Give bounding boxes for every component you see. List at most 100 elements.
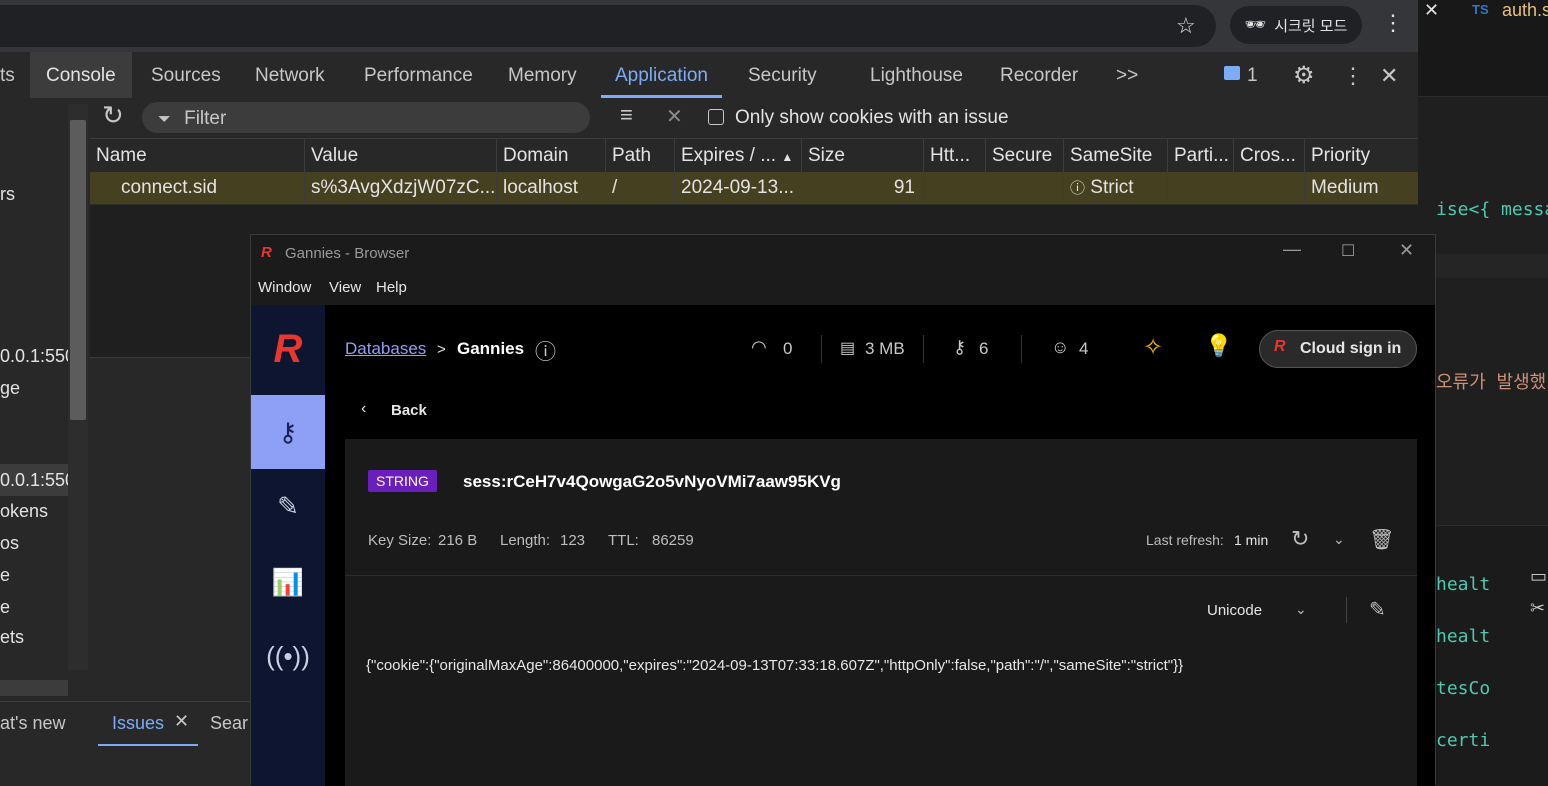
insights-lightbulb-icon[interactable]: 💡 [1205, 333, 1232, 359]
cell-domain[interactable]: localhost [497, 172, 606, 204]
only-issue-checkbox[interactable] [708, 109, 724, 125]
address-bar[interactable] [0, 5, 1216, 47]
cell-httponly[interactable] [924, 172, 986, 204]
filter-input[interactable]: ⏷ Filter [142, 102, 590, 133]
sidebar-item[interactable]: ge [0, 378, 20, 399]
tab-performance[interactable]: Performance [364, 52, 473, 98]
breadcrumb-databases-link[interactable]: Databases [345, 339, 426, 359]
close-window-icon[interactable]: ✕ [1424, 0, 1439, 21]
analytics-icon[interactable]: 📊 [251, 545, 325, 619]
col-header-priority[interactable]: Priority [1305, 139, 1418, 172]
menu-help[interactable]: Help [376, 279, 407, 296]
cell-value[interactable]: s%3AvgXdzjW07zC... [305, 172, 497, 204]
col-header-samesite[interactable]: SameSite [1064, 139, 1168, 172]
tab-elements-partial[interactable]: ts [0, 52, 15, 98]
horizontal-scrollbar[interactable] [0, 680, 68, 696]
cell-expires[interactable]: 2024-09-13... [675, 172, 802, 204]
maximize-icon[interactable]: ☐ [1341, 241, 1355, 261]
key-value-text[interactable]: {"cookie":{"originalMaxAge":86400000,"ex… [366, 657, 1183, 674]
copilot-sparkle-icon[interactable]: ✧ [1143, 333, 1163, 362]
col-header-value[interactable]: Value [305, 139, 497, 172]
sidebar-item[interactable]: rs [0, 184, 15, 205]
col-header-secure[interactable]: Secure [986, 139, 1064, 172]
close-window-icon[interactable]: ✕ [1399, 240, 1414, 261]
cell-name[interactable]: connect.sid [90, 172, 305, 204]
tab-lighthouse[interactable]: Lighthouse [870, 52, 963, 98]
refresh-icon[interactable]: ↻ [102, 100, 124, 131]
col-header-expires[interactable]: Expires / ... ▲ [675, 139, 802, 172]
incognito-button[interactable]: 🕶 시크릿 모드 [1230, 6, 1362, 44]
browser-keys-icon[interactable]: ⚷ [251, 395, 325, 469]
cell-path[interactable]: / [606, 172, 675, 204]
app-logo-icon: R [261, 244, 272, 261]
workbench-edit-icon[interactable]: ✎ [251, 469, 325, 543]
cell-priority[interactable]: Medium [1305, 172, 1418, 204]
tab-console[interactable]: Console [30, 52, 132, 98]
drawer-tab-search[interactable]: Sear [210, 713, 248, 734]
sidebar-item[interactable]: okens [0, 501, 48, 522]
tab-recorder[interactable]: Recorder [1000, 52, 1078, 98]
cloud-sign-in-button[interactable]: R Cloud sign in [1259, 330, 1417, 368]
cell-partition[interactable] [1168, 172, 1234, 204]
col-header-path[interactable]: Path [606, 139, 675, 172]
code-editor-fragment: ✕ TS auth.s ise<{ messag 오류가 발생했 healt h… [1418, 0, 1548, 786]
last-refresh-label: Last refresh: [1146, 532, 1224, 548]
back-button[interactable]: ‹ Back [361, 397, 471, 425]
settings-gear-icon[interactable]: ⚙ [1293, 52, 1315, 98]
clear-filtered-icon[interactable]: ≡ [620, 102, 633, 128]
delete-selected-icon[interactable]: ✕ [666, 104, 683, 129]
refresh-icon[interactable]: ↻ [1291, 526, 1309, 552]
drawer-tab-issues[interactable]: Issues ✕ [98, 702, 198, 746]
sidebar-item[interactable]: ets [0, 627, 24, 648]
edit-pencil-icon[interactable]: ✎ [1369, 597, 1386, 622]
tab-security[interactable]: Security [748, 52, 817, 98]
cell-samesite[interactable]: ⓘ Strict [1064, 172, 1168, 204]
issues-count: 1 [1247, 65, 1258, 86]
star-bookmark-icon[interactable]: ☆ [1176, 13, 1196, 39]
db-info-icon[interactable]: ⓘ [535, 336, 556, 366]
cell-secure[interactable] [986, 172, 1064, 204]
cell-cross-site[interactable] [1234, 172, 1305, 204]
col-header-domain[interactable]: Domain [497, 139, 606, 172]
menu-view[interactable]: View [329, 279, 361, 296]
pubsub-broadcast-icon[interactable]: ((•)) [251, 619, 325, 693]
key-name[interactable]: sess:rCeH7v4QowgaG2o5vNyoVMi7aaw95KVg [463, 472, 841, 492]
keys-icon: ⚷ [953, 337, 967, 357]
redis-logo-icon[interactable]: R [251, 305, 325, 393]
close-devtools-icon[interactable]: ✕ [1380, 52, 1398, 98]
sidebar-item[interactable]: e [0, 597, 10, 618]
format-select[interactable]: Unicode ⌄ [1205, 599, 1315, 625]
delete-trash-icon[interactable]: 🗑 [1369, 527, 1394, 552]
devtools-menu-icon[interactable]: ⋮ [1342, 52, 1364, 98]
sidebar-item[interactable]: e [0, 565, 10, 586]
col-header-cross-site[interactable]: Cros... [1234, 139, 1305, 172]
close-issues-icon[interactable]: ✕ [174, 711, 189, 732]
cell-size[interactable]: 91 [802, 172, 924, 204]
sidebar-scrollbar[interactable] [68, 104, 88, 670]
more-tabs-icon[interactable]: >> [1116, 52, 1138, 98]
scrollbar-thumb[interactable] [70, 120, 86, 420]
tab-sources[interactable]: Sources [151, 52, 221, 98]
tab-application[interactable]: Application [601, 52, 722, 98]
col-header-partition[interactable]: Parti... [1168, 139, 1234, 172]
ttl-value[interactable]: 86259 [652, 532, 694, 549]
drawer-tab-whats-new[interactable]: at's new [0, 713, 65, 734]
tab-memory[interactable]: Memory [508, 52, 577, 98]
issues-icon[interactable] [1224, 66, 1240, 80]
sidebar-item[interactable]: os [0, 533, 19, 554]
col-header-httponly[interactable]: Htt... [924, 139, 986, 172]
tools-icon[interactable]: ✂ [1530, 598, 1545, 619]
minimize-icon[interactable]: — [1283, 239, 1301, 260]
window-titlebar: R Gannies - Browser — ☐ ✕ [251, 235, 1435, 271]
col-header-size[interactable]: Size [802, 139, 924, 172]
tab-network[interactable]: Network [255, 52, 325, 98]
editor-tab-label[interactable]: auth.s [1502, 0, 1548, 21]
chevron-down-icon[interactable]: ⌄ [1333, 531, 1345, 548]
cookie-table: Name Value Domain Path Expires / ... ▲ S… [90, 139, 1418, 235]
length-label: Length: [500, 532, 551, 549]
app-sidebar: R ⚷ ✎ 📊 ((•)) [251, 305, 325, 786]
menu-window[interactable]: Window [258, 279, 311, 296]
col-header-name[interactable]: Name [90, 139, 305, 172]
terminal-icon[interactable]: ▭ [1530, 566, 1547, 587]
browser-menu-icon[interactable]: ⋮ [1382, 10, 1404, 36]
